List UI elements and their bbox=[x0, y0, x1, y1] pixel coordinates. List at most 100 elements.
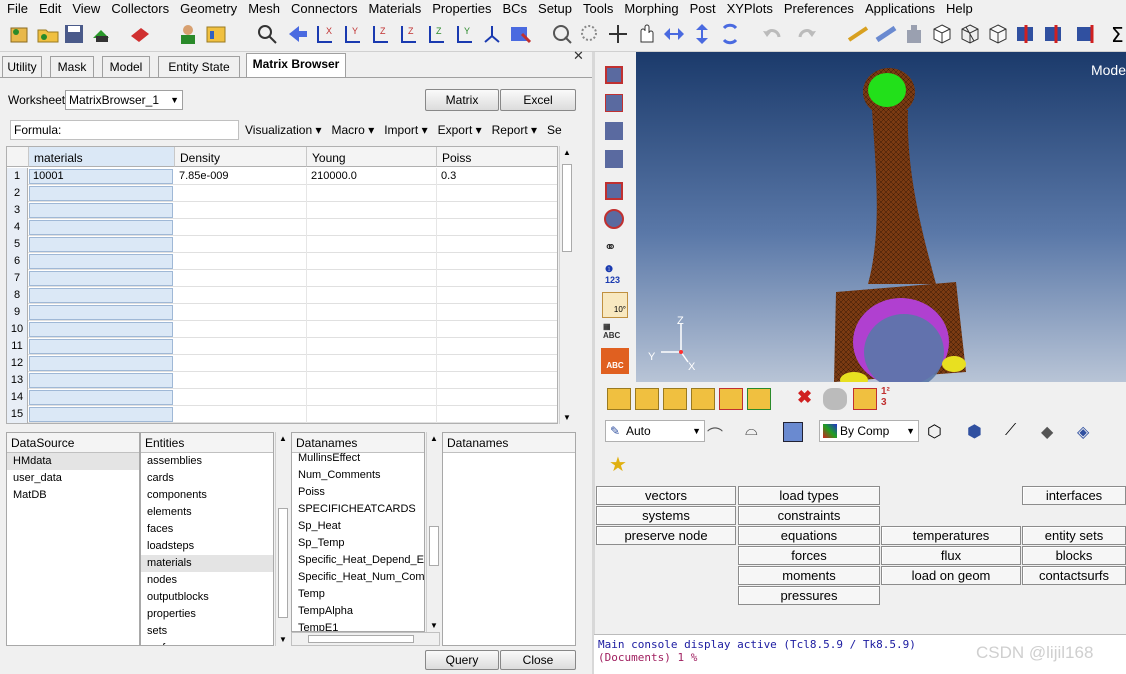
abc-tag-icon[interactable]: ABC bbox=[601, 348, 629, 374]
components-icon[interactable] bbox=[607, 388, 631, 410]
star-favorites-icon[interactable]: ★ bbox=[609, 452, 627, 477]
import-model-icon[interactable] bbox=[8, 22, 32, 46]
table-row[interactable]: 4 bbox=[7, 219, 557, 236]
table-cell[interactable] bbox=[175, 219, 307, 236]
material-matrix-grid[interactable]: materials Density Young Poiss 1 10001 7.85… bbox=[6, 146, 558, 424]
menu-file[interactable]: File bbox=[2, 0, 34, 18]
table-row[interactable]: 10 bbox=[7, 321, 557, 338]
row-number[interactable]: 1 bbox=[7, 168, 28, 185]
materials-cell[interactable] bbox=[29, 271, 173, 286]
table-cell[interactable] bbox=[307, 287, 437, 304]
formula-input[interactable]: Formula: bbox=[10, 120, 239, 140]
wire-icon[interactable]: ⌓ bbox=[745, 422, 758, 440]
view-iso2-icon[interactable] bbox=[480, 22, 504, 46]
menu-preferences[interactable]: Preferences bbox=[779, 0, 860, 18]
list-item[interactable]: Poiss bbox=[292, 484, 424, 501]
visualization-menu[interactable]: Visualization ▾ bbox=[245, 123, 322, 137]
list-item[interactable]: nodes bbox=[141, 572, 273, 589]
model-browser-icon[interactable] bbox=[204, 22, 228, 46]
materials-cell[interactable] bbox=[29, 237, 173, 252]
table-cell[interactable] bbox=[307, 219, 437, 236]
list-item[interactable]: Num_Comments bbox=[292, 467, 424, 484]
menu-connectors[interactable]: Connectors bbox=[286, 0, 363, 18]
table-cell[interactable] bbox=[437, 219, 557, 236]
organize-icon[interactable] bbox=[823, 388, 847, 410]
tab-matrix-browser[interactable]: Matrix Browser bbox=[246, 53, 346, 78]
list-item[interactable]: elements bbox=[141, 504, 273, 521]
table-cell[interactable] bbox=[175, 236, 307, 253]
list-item[interactable]: sets bbox=[141, 623, 273, 640]
column-header-young[interactable]: Young bbox=[307, 147, 437, 167]
materials-cell[interactable] bbox=[29, 254, 173, 269]
3d-icon[interactable] bbox=[783, 422, 803, 442]
blocks-button[interactable]: blocks bbox=[1022, 546, 1126, 565]
row-number[interactable]: 14 bbox=[7, 389, 28, 406]
row-number[interactable]: 15 bbox=[7, 406, 28, 423]
table-cell[interactable] bbox=[175, 406, 307, 423]
materials-cell[interactable] bbox=[29, 373, 173, 388]
graphics-viewport[interactable]: Mode Z Y X bbox=[636, 52, 1126, 382]
table-cell[interactable] bbox=[307, 355, 437, 372]
materials-cell[interactable] bbox=[29, 305, 173, 320]
entities-scrollbar[interactable]: ▲ ▼ bbox=[275, 432, 289, 646]
close-button[interactable]: Close bbox=[500, 650, 576, 670]
connecting-rod-model[interactable]: Z Y X bbox=[636, 52, 1126, 382]
row-number[interactable]: 11 bbox=[7, 338, 28, 355]
color-mode-select[interactable]: By Comp ▼ bbox=[819, 420, 919, 442]
table-row[interactable]: 7 bbox=[7, 270, 557, 287]
list-item[interactable]: components bbox=[141, 487, 273, 504]
numbers-icon[interactable]: ❶ 123 bbox=[605, 264, 620, 285]
unmask-icon[interactable] bbox=[605, 122, 623, 140]
menu-materials[interactable]: Materials bbox=[363, 0, 427, 18]
view-zx-icon[interactable]: Z bbox=[396, 22, 420, 46]
shaded-icon[interactable]: ⌒ bbox=[707, 422, 723, 446]
transparency-icon[interactable]: ◈ bbox=[1077, 422, 1089, 442]
table-cell[interactable] bbox=[175, 185, 307, 202]
table-cell[interactable]: 0.3 bbox=[437, 168, 557, 185]
row-number[interactable]: 9 bbox=[7, 304, 28, 321]
tab-model[interactable]: Model bbox=[102, 56, 150, 78]
table-cell[interactable] bbox=[437, 338, 557, 355]
contactsurfs-button[interactable]: contactsurfs bbox=[1022, 566, 1126, 585]
list-item[interactable]: outputblocks bbox=[141, 589, 273, 606]
materials-cell[interactable] bbox=[29, 288, 173, 303]
table-row[interactable]: 3 bbox=[7, 202, 557, 219]
table-cell[interactable] bbox=[437, 406, 557, 423]
matrix-button[interactable]: Matrix bbox=[425, 89, 499, 111]
previous-view-icon[interactable] bbox=[285, 22, 309, 46]
section-cut-icon[interactable] bbox=[1014, 22, 1038, 46]
pan-vertical-icon[interactable] bbox=[690, 22, 714, 46]
materials-cell[interactable] bbox=[29, 186, 173, 201]
sets-icon[interactable] bbox=[747, 388, 771, 410]
visualization-mode-select[interactable]: Auto ✎ ▼ bbox=[605, 420, 705, 442]
close-panel-icon[interactable]: ✕ bbox=[573, 48, 584, 64]
menu-xyplots[interactable]: XYPlots bbox=[722, 0, 779, 18]
moments-button[interactable]: moments bbox=[738, 566, 880, 585]
view-xy-icon[interactable]: X bbox=[312, 22, 336, 46]
cube-mesh-icon[interactable] bbox=[958, 22, 982, 46]
reflect-icon[interactable] bbox=[1074, 22, 1098, 46]
row-number[interactable]: 3 bbox=[7, 202, 28, 219]
table-cell[interactable] bbox=[307, 185, 437, 202]
sigma-icon[interactable]: Σ bbox=[1108, 22, 1126, 47]
column-header-density[interactable]: Density bbox=[175, 147, 307, 167]
table-cell[interactable] bbox=[175, 321, 307, 338]
table-cell[interactable] bbox=[307, 270, 437, 287]
table-cell[interactable] bbox=[437, 287, 557, 304]
menu-collectors[interactable]: Collectors bbox=[106, 0, 175, 18]
pan-hand-icon[interactable] bbox=[634, 22, 658, 46]
table-cell[interactable] bbox=[307, 202, 437, 219]
menu-edit[interactable]: Edit bbox=[34, 0, 67, 18]
constraints-button[interactable]: constraints bbox=[738, 506, 880, 525]
spin-icon[interactable] bbox=[718, 22, 742, 46]
table-cell[interactable] bbox=[307, 389, 437, 406]
pressures-button[interactable]: pressures bbox=[738, 586, 880, 605]
binoculars-icon[interactable]: ⚭ bbox=[604, 238, 617, 256]
view-iso-icon[interactable]: Y bbox=[452, 22, 476, 46]
table-cell[interactable] bbox=[175, 270, 307, 287]
show-all-icon[interactable] bbox=[605, 150, 623, 168]
table-cell[interactable] bbox=[175, 338, 307, 355]
tab-utility[interactable]: Utility bbox=[2, 56, 42, 78]
table-cell[interactable] bbox=[175, 355, 307, 372]
column-header-poiss[interactable]: Poiss bbox=[437, 147, 557, 167]
